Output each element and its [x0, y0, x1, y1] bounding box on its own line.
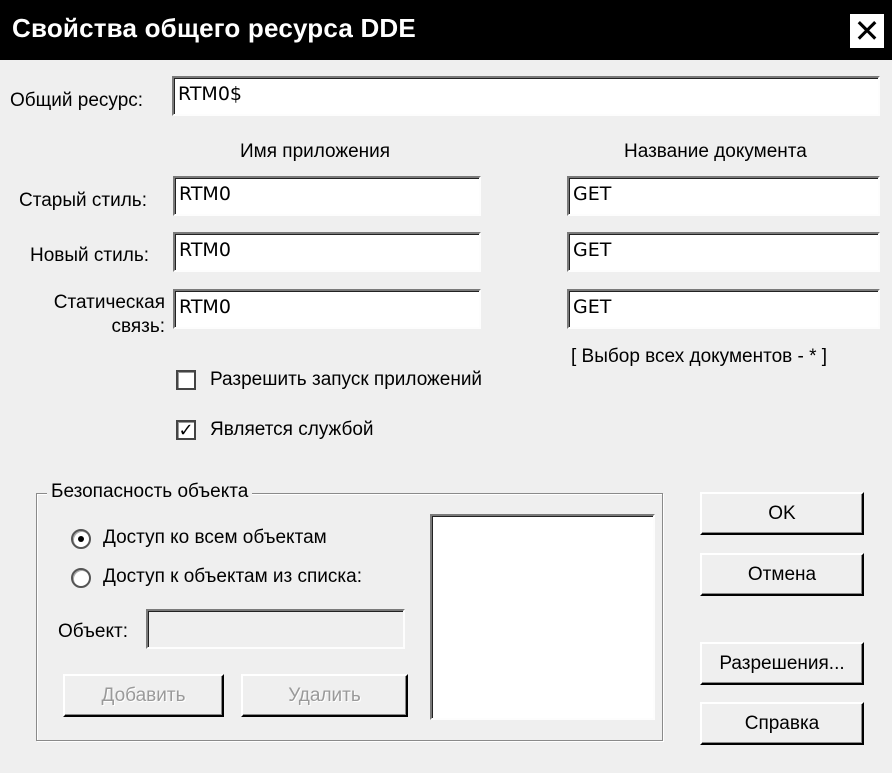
remove-button[interactable]: Удалить — [241, 674, 408, 717]
allow-launch-label[interactable]: Разрешить запуск приложений — [210, 369, 482, 391]
access-all-objects-label[interactable]: Доступ ко всем объектам — [103, 527, 327, 549]
dde-share-properties-dialog: Свойства общего ресурса DDE ✕ Общий ресу… — [0, 0, 892, 773]
static-link-doc-input[interactable]: GET — [567, 289, 880, 329]
help-button[interactable]: Справка — [700, 702, 864, 745]
new-style-app-input[interactable]: RTM0 — [173, 232, 481, 272]
doc-name-header: Название документа — [624, 141, 807, 162]
title-bar: Свойства общего ресурса DDE ✕ — [0, 0, 892, 60]
is-service-checkbox[interactable]: ✓ — [176, 420, 196, 440]
share-label: Общий ресурс: — [10, 90, 144, 111]
permissions-button[interactable]: Разрешения... — [700, 642, 864, 685]
access-listed-objects-label[interactable]: Доступ к объектам из списка: — [103, 566, 362, 588]
close-icon[interactable]: ✕ — [848, 12, 886, 50]
object-security-title: Безопасность объекта — [47, 481, 253, 503]
new-style-doc-input[interactable]: GET — [567, 232, 880, 272]
access-all-objects-radio[interactable] — [71, 529, 91, 549]
static-link-label-line2: связь: — [111, 316, 165, 337]
app-name-header: Имя приложения — [240, 141, 391, 162]
allow-launch-checkbox[interactable] — [176, 370, 196, 390]
new-style-label: Новый стиль: — [30, 245, 150, 266]
old-style-app-input[interactable]: RTM0 — [173, 176, 481, 216]
all-documents-hint: [ Выбор всех документов - * ] — [571, 346, 828, 367]
dialog-title: Свойства общего ресурса DDE — [12, 13, 416, 43]
object-input[interactable] — [146, 609, 405, 649]
static-link-app-input[interactable]: RTM0 — [173, 289, 481, 329]
cancel-button[interactable]: Отмена — [700, 553, 864, 596]
static-link-label-line1: Статическая — [53, 292, 165, 313]
checkmark-icon: ✓ — [178, 420, 194, 440]
objects-list[interactable] — [430, 514, 655, 720]
object-label: Объект: — [58, 621, 128, 642]
add-button[interactable]: Добавить — [63, 674, 224, 717]
is-service-label[interactable]: Является службой — [210, 419, 374, 441]
old-style-label: Старый стиль: — [19, 190, 147, 211]
old-style-doc-input[interactable]: GET — [567, 176, 880, 216]
access-listed-objects-radio[interactable] — [71, 568, 91, 588]
ok-button[interactable]: OK — [700, 492, 864, 535]
share-name-input[interactable]: RTM0$ — [172, 76, 880, 116]
